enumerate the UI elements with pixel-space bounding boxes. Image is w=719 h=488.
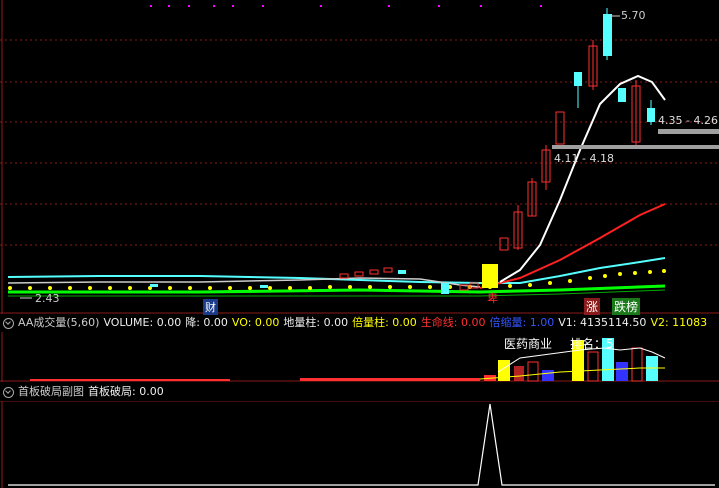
volume-value: VOLUME: 0.00 — [103, 316, 182, 329]
secondary-value: 首板破局: 0.00 — [88, 385, 164, 398]
beilizhu-value: 倍量柱: 0.00 — [352, 316, 417, 329]
signal-line — [8, 403, 715, 486]
dilizhu-value: 地量柱: 0.00 — [283, 316, 349, 329]
range-label-1: 4.35 - 4.26 — [658, 114, 718, 127]
shengming-value: 生命线: 0.00 — [420, 316, 486, 329]
volume-header: AA成交量(5,60) VOLUME: 0.00 降: 0.00 VO: 0.00 地量… — [0, 314, 719, 332]
high-price-label: 5.70 — [621, 9, 646, 22]
secondary-svg — [0, 401, 719, 488]
v1-value: V1: 4135114.50 — [558, 316, 647, 329]
collapse-icon[interactable] — [3, 386, 14, 398]
rank-label: 排名：5 — [570, 337, 614, 351]
range-label-2: 4.11 - 4.18 — [554, 152, 614, 165]
range-bar-1 — [658, 129, 719, 134]
collapse-icon[interactable] — [3, 317, 14, 329]
v2-value: V2: 11083 — [650, 316, 708, 329]
beisuo-value: 倍缩量: 1.00 — [489, 316, 555, 329]
kline-panel[interactable]: 5.70 2.43 4.35 - 4.26 4.11 - 4.18 财 卑 涨 … — [0, 0, 719, 315]
vo-value: VO: 0.00 — [231, 316, 280, 329]
breakout-candle — [482, 264, 498, 288]
secondary-title[interactable]: 首板破局副图 — [18, 385, 84, 398]
cai-badge: 财 — [203, 299, 218, 315]
range-bar-2 — [552, 145, 719, 149]
bei-badge: 卑 — [487, 292, 498, 305]
sector-label: 医药商业 — [504, 337, 553, 351]
die-badge: 跌榜 — [612, 298, 641, 315]
cyan-candles — [574, 14, 655, 122]
jiang-value: 降: 0.00 — [185, 316, 228, 329]
secondary-header: 首板破局副图 首板破局: 0.00 — [0, 383, 719, 401]
stock-chart-window: 5.70 2.43 4.35 - 4.26 4.11 - 4.18 财 卑 涨 … — [0, 0, 719, 488]
volume-panel[interactable]: 医药商业 排名：5 — [0, 332, 719, 382]
volume-title[interactable]: AA成交量(5,60) — [18, 316, 99, 329]
zhang-badge: 涨 — [584, 298, 601, 315]
low-price-label: 2.43 — [35, 292, 60, 305]
secondary-panel[interactable] — [0, 401, 719, 488]
